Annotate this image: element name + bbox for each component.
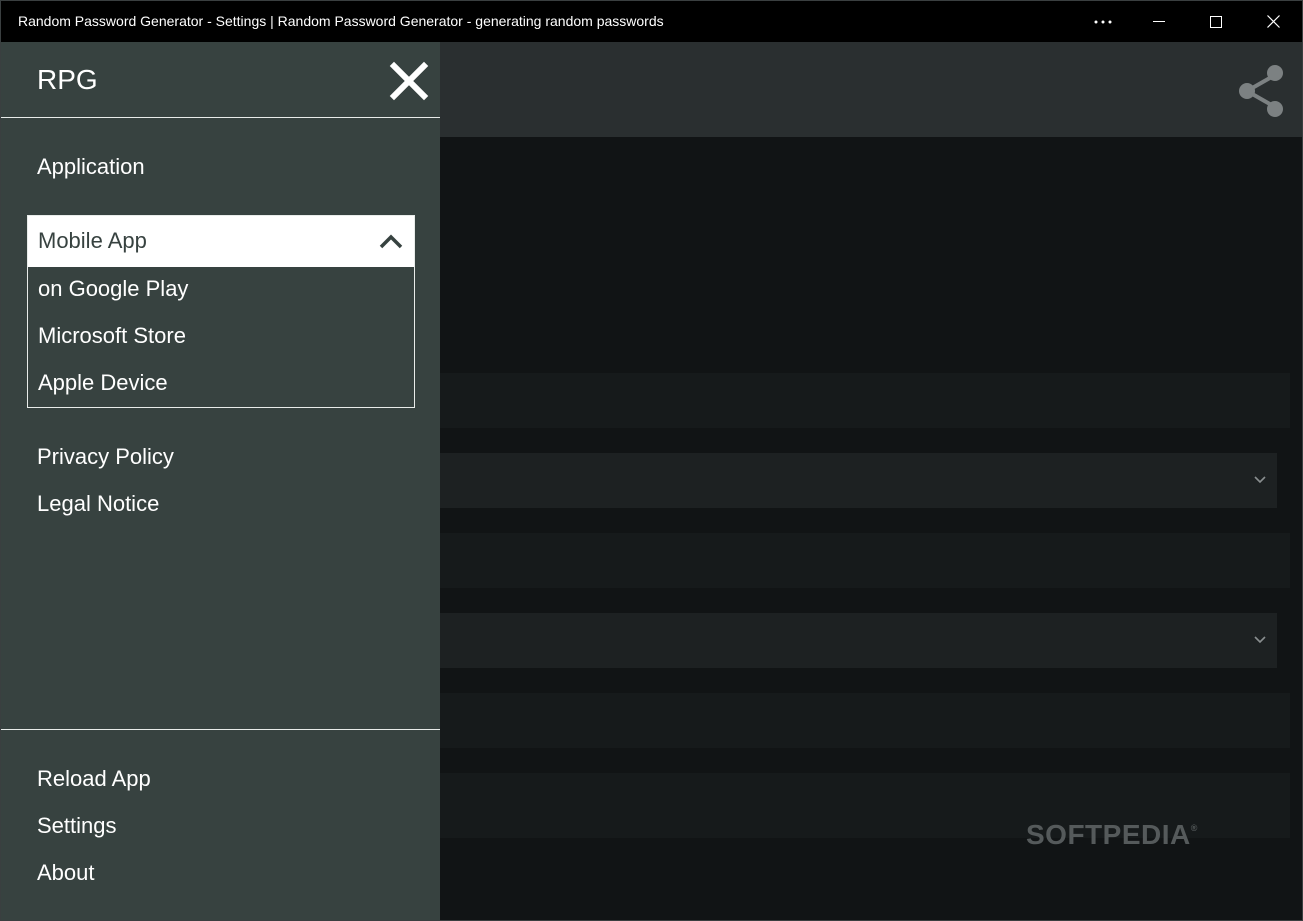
drawer-header: RPG bbox=[1, 42, 440, 118]
nav-item-application[interactable]: Application bbox=[37, 154, 145, 180]
nav-item-about[interactable]: About bbox=[37, 860, 95, 886]
settings-select[interactable] bbox=[440, 613, 1277, 668]
minimize-button[interactable] bbox=[1131, 1, 1187, 42]
window-title: Random Password Generator - Settings | R… bbox=[18, 13, 664, 29]
settings-band bbox=[440, 533, 1290, 588]
title-bar: Random Password Generator - Settings | R… bbox=[1, 1, 1302, 42]
app-window: Random Password Generator - Settings | R… bbox=[0, 0, 1303, 921]
chevron-up-icon bbox=[379, 234, 403, 249]
maximize-icon bbox=[1210, 15, 1222, 28]
mobile-app-toggle[interactable]: Mobile App bbox=[28, 216, 414, 267]
close-x-icon[interactable] bbox=[389, 61, 429, 101]
chevron-down-icon bbox=[1254, 636, 1266, 644]
nav-item-reload-app[interactable]: Reload App bbox=[37, 766, 151, 792]
share-icon bbox=[1239, 65, 1283, 117]
settings-select[interactable] bbox=[440, 453, 1277, 508]
mobile-app-option-google-play[interactable]: on Google Play bbox=[38, 276, 188, 302]
maximize-button[interactable] bbox=[1188, 1, 1244, 42]
mobile-app-option-microsoft-store[interactable]: Microsoft Store bbox=[38, 323, 186, 349]
close-icon bbox=[1266, 15, 1280, 28]
minimize-icon bbox=[1153, 20, 1165, 22]
softpedia-watermark: SOFTPEDIA® bbox=[1026, 819, 1198, 850]
more-icon bbox=[1094, 20, 1112, 23]
navigation-drawer: RPG Application Mobile App on Google Pla… bbox=[1, 42, 440, 920]
settings-band bbox=[440, 693, 1290, 748]
mobile-app-option-apple-device[interactable]: Apple Device bbox=[38, 370, 168, 396]
share-button[interactable] bbox=[1233, 63, 1289, 119]
nav-item-legal-notice[interactable]: Legal Notice bbox=[37, 491, 159, 517]
nav-item-settings[interactable]: Settings bbox=[37, 813, 117, 839]
settings-band bbox=[440, 373, 1290, 428]
mobile-app-label: Mobile App bbox=[38, 228, 147, 253]
more-options-button[interactable] bbox=[1075, 1, 1131, 42]
nav-item-privacy-policy[interactable]: Privacy Policy bbox=[37, 444, 174, 470]
chevron-down-icon bbox=[1254, 476, 1266, 484]
brand-title: RPG bbox=[37, 64, 98, 95]
close-button[interactable] bbox=[1245, 1, 1301, 42]
drawer-divider bbox=[1, 729, 440, 730]
mobile-app-dropdown: Mobile App on Google Play Microsoft Stor… bbox=[27, 215, 415, 408]
